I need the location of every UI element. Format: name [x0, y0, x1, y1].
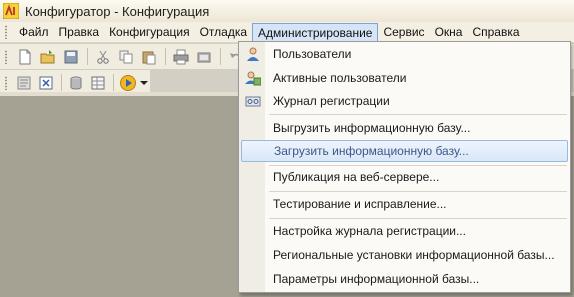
- menu-bar: Файл Правка Конфигурация Отладка Админис…: [0, 22, 574, 43]
- menu-item-label: Выгрузить информационную базу...: [273, 121, 471, 135]
- menu-item-import-infobase[interactable]: Загрузить информационную базу...: [241, 140, 568, 162]
- menu-item-web-publishing[interactable]: Публикация на веб-сервере...: [241, 166, 568, 188]
- open-folder-icon[interactable]: [37, 46, 59, 68]
- menu-item-log-settings[interactable]: Настройка журнала регистрации...: [241, 220, 568, 242]
- config-window-icon[interactable]: [14, 72, 35, 94]
- toolbar-grip[interactable]: [4, 75, 8, 90]
- menu-item-event-log[interactable]: Журнал регистрации: [241, 90, 568, 112]
- window-title: Конфигуратор - Конфигурация: [25, 3, 210, 19]
- 1c-app-icon: [3, 3, 19, 19]
- menu-item-regional-settings[interactable]: Региональные установки информационной ба…: [241, 244, 568, 266]
- menu-help[interactable]: Справка: [467, 23, 524, 42]
- menu-edit[interactable]: Правка: [54, 23, 105, 42]
- toolbar-separator: [87, 48, 88, 65]
- find-icon[interactable]: [193, 46, 215, 68]
- toolbar-grip[interactable]: [4, 49, 8, 64]
- menu-separator: [269, 218, 567, 219]
- menu-debug[interactable]: Отладка: [195, 23, 252, 42]
- table-icon[interactable]: [88, 72, 109, 94]
- menu-item-export-infobase[interactable]: Выгрузить информационную базу...: [241, 117, 568, 139]
- toolbar-separator: [113, 74, 115, 91]
- run-debug-icon[interactable]: [118, 72, 139, 94]
- toolbar-separator: [165, 48, 166, 65]
- menu-item-label: Журнал регистрации: [273, 94, 390, 108]
- menu-item-test-and-repair[interactable]: Тестирование и исправление...: [241, 193, 568, 215]
- menu-item-label: Загрузить информационную базу...: [274, 144, 469, 158]
- menu-administration[interactable]: Администрирование: [252, 22, 379, 42]
- menu-item-users[interactable]: Пользователи: [241, 43, 568, 65]
- menu-item-label: Тестирование и исправление...: [273, 197, 447, 211]
- new-document-icon[interactable]: [14, 46, 36, 68]
- menu-item-label: Активные пользователи: [273, 71, 407, 85]
- cut-icon[interactable]: [92, 46, 114, 68]
- menu-configuration[interactable]: Конфигурация: [104, 23, 195, 42]
- menu-item-label: Пользователи: [273, 47, 352, 61]
- menu-item-label: Настройка журнала регистрации...: [273, 224, 466, 238]
- menu-item-label: Параметры информационной базы...: [273, 272, 480, 286]
- database-icon[interactable]: [66, 72, 87, 94]
- menu-item-infobase-parameters[interactable]: Параметры информационной базы...: [241, 268, 568, 290]
- menu-service[interactable]: Сервис: [378, 23, 429, 42]
- paste-icon[interactable]: [138, 46, 160, 68]
- compare-icon[interactable]: [35, 72, 56, 94]
- title-bar: Конфигуратор - Конфигурация: [0, 0, 574, 22]
- toolbar-separator: [60, 74, 62, 91]
- run-dropdown-arrow-icon[interactable]: [140, 72, 149, 94]
- menu-item-label: Публикация на веб-сервере...: [273, 170, 440, 184]
- menu-file[interactable]: Файл: [14, 23, 54, 42]
- event-log-icon: [241, 90, 265, 112]
- save-icon[interactable]: [60, 46, 82, 68]
- menu-separator: [269, 191, 567, 192]
- print-icon[interactable]: [170, 46, 192, 68]
- menu-item-active-users[interactable]: Активные пользователи: [241, 67, 568, 89]
- administration-menu: Пользователи Активные пользователи Журна…: [238, 41, 571, 293]
- active-users-icon: [241, 67, 265, 89]
- toolbar-separator: [220, 48, 221, 65]
- user-icon: [241, 43, 265, 65]
- menu-separator: [269, 114, 567, 115]
- menu-item-label: Региональные установки информационной ба…: [273, 248, 555, 262]
- menubar-grip[interactable]: [4, 25, 8, 39]
- menu-windows[interactable]: Окна: [430, 23, 468, 42]
- copy-icon[interactable]: [115, 46, 137, 68]
